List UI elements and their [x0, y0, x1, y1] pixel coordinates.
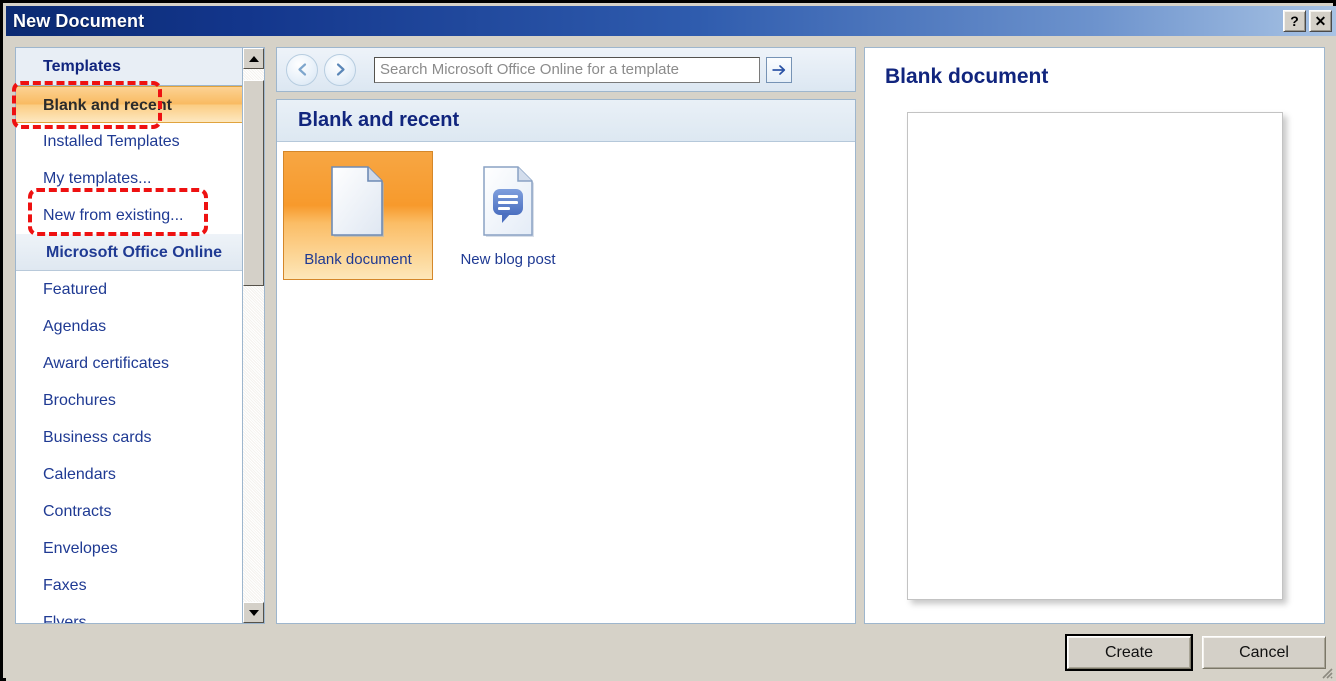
blank-document-icon — [328, 165, 388, 237]
sidebar-item-flyers[interactable]: Flyers — [16, 604, 244, 623]
template-tile-label: Blank document — [304, 251, 412, 268]
gallery-header-title: Blank and recent — [298, 109, 460, 131]
sidebar-item-contracts[interactable]: Contracts — [16, 493, 244, 530]
sidebar-item-agendas[interactable]: Agendas — [16, 308, 244, 345]
search-box-group — [374, 56, 792, 83]
sidebar-item-calendars[interactable]: Calendars — [16, 456, 244, 493]
sidebar-item-brochures[interactable]: Brochures — [16, 382, 244, 419]
resize-grip-icon[interactable] — [1317, 663, 1333, 679]
search-go-button[interactable] — [766, 56, 792, 83]
back-button[interactable] — [286, 53, 318, 86]
search-input[interactable] — [374, 56, 760, 83]
sidebar-item-faxes[interactable]: Faxes — [16, 567, 244, 604]
template-tile-new-blog-post[interactable]: New blog post — [433, 151, 583, 280]
blog-post-document-icon — [478, 165, 538, 237]
template-tile-label: New blog post — [460, 251, 556, 268]
sidebar-item-templates[interactable]: Templates — [16, 48, 244, 86]
preview-page-thumbnail — [907, 112, 1283, 600]
title-bar-buttons: ? ✕ — [1283, 10, 1332, 32]
categories-scrollbar[interactable] — [242, 48, 264, 623]
help-button[interactable]: ? — [1283, 10, 1306, 32]
sidebar-group-microsoft-office-online: Microsoft Office Online — [16, 234, 244, 271]
template-gallery-pane: Blank and recent Blank document New blog… — [276, 99, 856, 624]
sidebar-item-envelopes[interactable]: Envelopes — [16, 530, 244, 567]
close-button[interactable]: ✕ — [1309, 10, 1332, 32]
sidebar-item-my-templates[interactable]: My templates... — [16, 160, 244, 197]
arrow-left-circle-icon — [297, 63, 306, 76]
title-bar: New Document ? ✕ — [6, 6, 1336, 36]
preview-title: Blank document — [885, 65, 1049, 88]
template-search-toolbar — [276, 47, 856, 92]
scroll-up-button[interactable] — [243, 48, 264, 69]
arrow-right-icon — [772, 64, 786, 75]
sidebar-item-installed-templates[interactable]: Installed Templates — [16, 123, 244, 160]
scroll-down-button[interactable] — [243, 602, 264, 623]
gallery-tiles: Blank document New blog post — [277, 142, 855, 280]
window-title: New Document — [13, 10, 145, 31]
sidebar-item-featured[interactable]: Featured — [16, 271, 244, 308]
sidebar-item-award-certificates[interactable]: Award certificates — [16, 345, 244, 382]
sidebar-item-new-from-existing[interactable]: New from existing... — [16, 197, 244, 234]
scrollbar-thumb[interactable] — [243, 80, 264, 286]
cancel-button[interactable]: Cancel — [1202, 636, 1326, 669]
triangle-down-icon — [248, 609, 259, 616]
sidebar-item-blank-and-recent[interactable]: Blank and recent — [16, 86, 244, 123]
dialog-client-area: Templates Blank and recent Installed Tem… — [6, 36, 1336, 681]
forward-button[interactable] — [324, 53, 356, 86]
gallery-header: Blank and recent — [277, 100, 855, 142]
create-button[interactable]: Create — [1065, 634, 1193, 671]
dialog-footer: Create Cancel — [6, 625, 1336, 681]
template-tile-blank-document[interactable]: Blank document — [283, 151, 433, 280]
template-categories-pane: Templates Blank and recent Installed Tem… — [15, 47, 265, 624]
template-preview-pane: Blank document — [864, 47, 1325, 624]
sidebar-item-business-cards[interactable]: Business cards — [16, 419, 244, 456]
new-document-dialog: New Document ? ✕ Templates Blank and rec… — [0, 0, 1336, 681]
triangle-up-icon — [248, 55, 259, 62]
template-categories-list: Templates Blank and recent Installed Tem… — [16, 48, 244, 623]
arrow-right-circle-icon — [336, 63, 345, 76]
